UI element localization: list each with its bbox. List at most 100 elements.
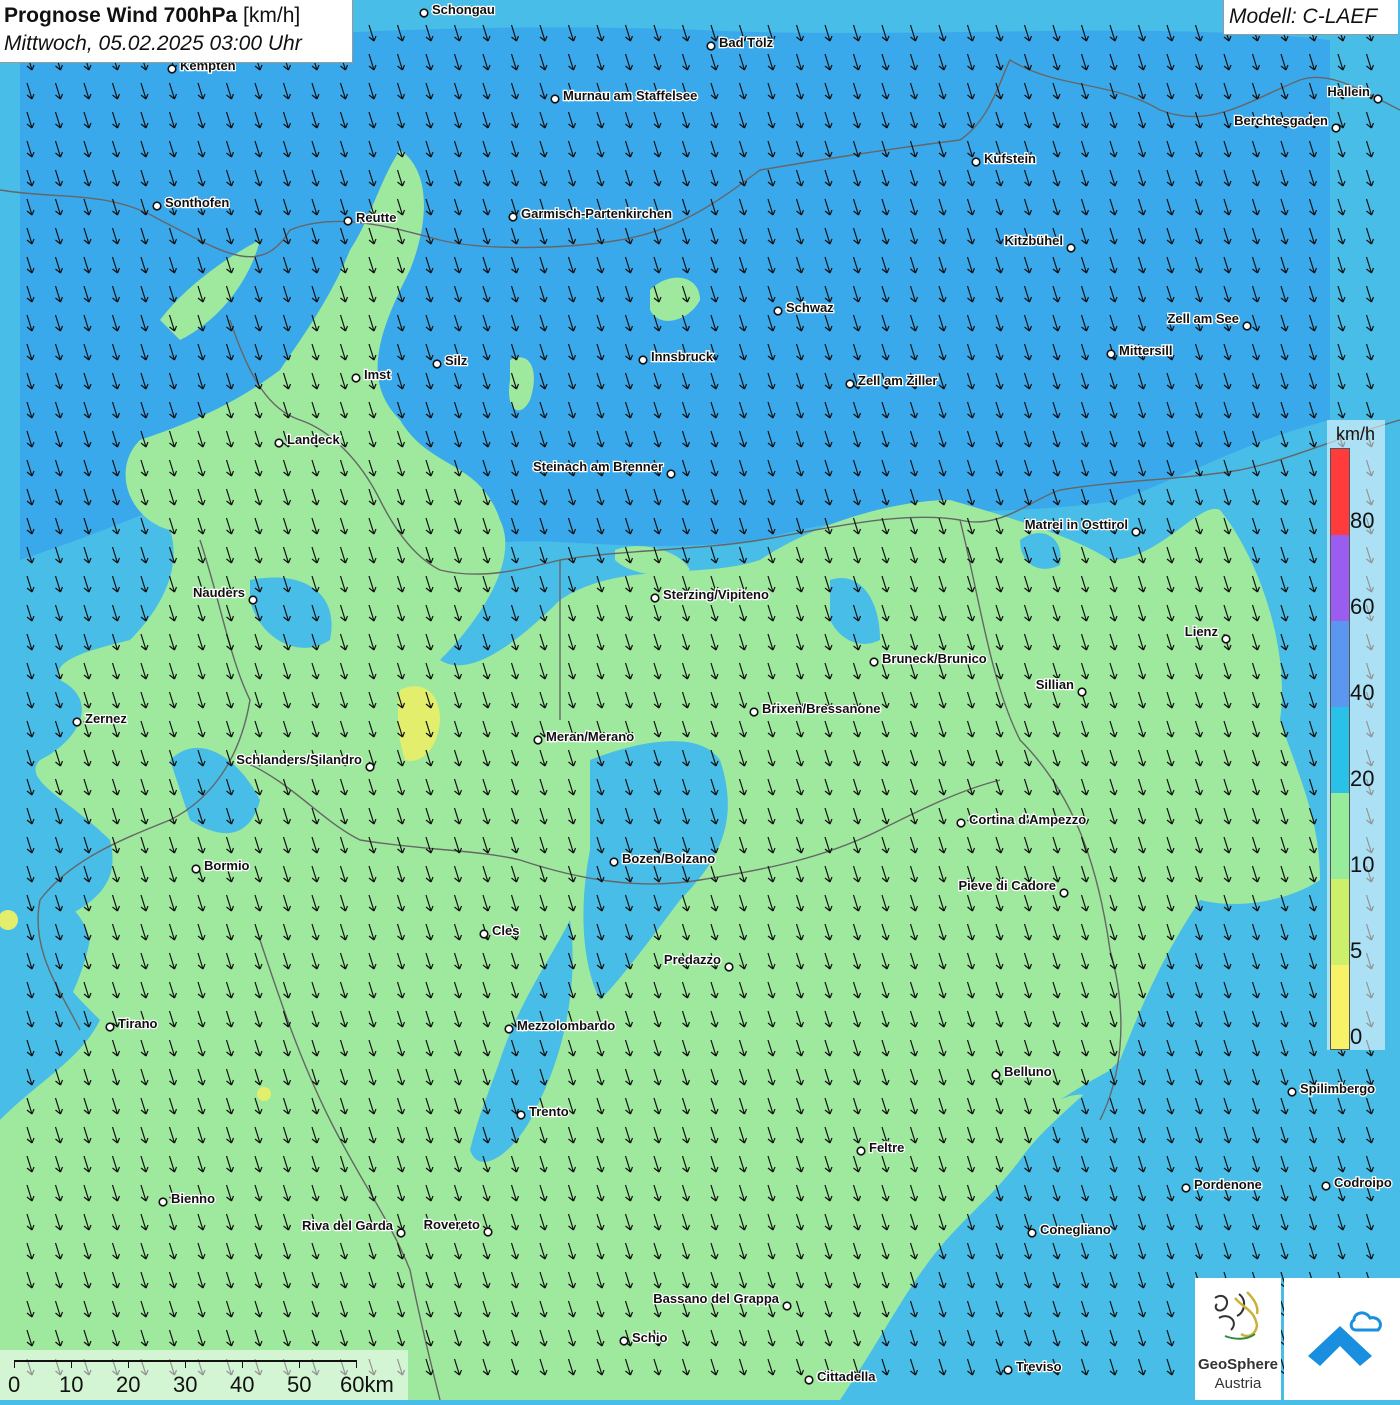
city-label: Riva del Garda <box>302 1218 394 1233</box>
city-label: Zell am Ziller <box>858 373 937 388</box>
geosphere-name: GeoSphere <box>1197 1356 1279 1373</box>
city-label: Kitzbühel <box>1005 233 1064 248</box>
legend-label-0: 0 <box>1350 1024 1363 1049</box>
city-label: Berchtesgaden <box>1234 113 1328 128</box>
city-dot <box>1131 527 1141 537</box>
city-label: Belluno <box>1004 1064 1052 1079</box>
city-label: Meran/Merano <box>546 729 634 744</box>
city-label: Cittadella <box>817 1369 876 1384</box>
city-label: Pieve di Cadore <box>958 878 1056 893</box>
legend-label-80: 80 <box>1350 508 1375 533</box>
city-dot <box>419 8 429 18</box>
city-dot <box>152 201 162 211</box>
legend-bar <box>1330 448 1350 1050</box>
city-label: Reutte <box>356 210 396 225</box>
city-dot <box>650 593 660 603</box>
city-dot <box>1373 94 1383 104</box>
geosphere-emblem-icon <box>1214 1291 1259 1340</box>
city-dot <box>1003 1365 1013 1375</box>
model-label: Modell: C-LAEF <box>1229 5 1378 28</box>
city-label: Bozen/Bolzano <box>622 851 715 866</box>
scale-label-60km: 60km <box>340 1372 394 1397</box>
scale-label-40: 40 <box>230 1372 255 1397</box>
city-label: Imst <box>364 367 391 382</box>
city-label: Lienz <box>1185 624 1219 639</box>
title-bold: Prognose Wind 700hPa <box>4 4 238 27</box>
city-label: Cles <box>492 923 519 938</box>
city-label: Sillian <box>1036 677 1074 692</box>
scale-label-30: 30 <box>173 1372 198 1397</box>
legend-segment-80 <box>1331 449 1349 535</box>
legend-segment-40 <box>1331 621 1349 707</box>
title-box: Prognose Wind 700hPa [km/h] Mittwoch, 05… <box>0 0 353 63</box>
city-label: Predazzo <box>664 952 721 967</box>
city-label: Kufstein <box>984 151 1036 166</box>
city-dot <box>845 379 855 389</box>
city-dot <box>1059 888 1069 898</box>
color-legend: km/h 80 60 40 20 10 5 0 <box>1327 420 1385 1050</box>
city-label: Rovereto <box>424 1217 480 1232</box>
city-label: Zell am See <box>1167 311 1239 326</box>
city-label: Pordenone <box>1194 1177 1262 1192</box>
city-dot <box>343 216 353 226</box>
city-label: Feltre <box>869 1140 904 1155</box>
city-label: Schwaz <box>786 300 834 315</box>
legend-segment-0 <box>1331 965 1349 1049</box>
city-label: Nauders <box>193 585 245 600</box>
city-dot <box>956 818 966 828</box>
city-label: Schlanders/Silandro <box>236 752 362 767</box>
city-dot <box>396 1228 406 1238</box>
city-label: Sterzing/Vipiteno <box>663 587 769 602</box>
city-label: Innsbruck <box>651 349 714 364</box>
city-label: Schio <box>632 1330 667 1345</box>
city-dot <box>508 212 518 222</box>
city-dot <box>971 157 981 167</box>
city-dot <box>991 1070 1001 1080</box>
city-dot <box>1331 123 1341 133</box>
scale-tick <box>14 1360 15 1368</box>
model-box: Modell: C-LAEF <box>1223 0 1398 35</box>
city-label: Mezzolombardo <box>517 1018 615 1033</box>
legend-label-5: 5 <box>1350 938 1363 963</box>
geosphere-logo[interactable]: GeoSphere Austria <box>1195 1278 1281 1400</box>
city-label: Bassano del Grappa <box>653 1291 779 1306</box>
city-dot <box>1106 349 1116 359</box>
scale-bar: 0 10 20 30 40 50 60km <box>0 1350 408 1400</box>
city-dot <box>248 595 258 605</box>
city-label: Brixen/Bressanone <box>762 701 881 716</box>
mountain-cloud-icon <box>1308 1311 1382 1366</box>
city-dot <box>365 762 375 772</box>
city-label: Matrei in Osttirol <box>1025 517 1128 532</box>
city-dot <box>1181 1183 1191 1193</box>
city-dot <box>1077 687 1087 697</box>
city-label: Sonthofen <box>165 195 229 210</box>
city-dot <box>1066 243 1076 253</box>
legend-segment-10 <box>1331 793 1349 879</box>
city-dot <box>550 94 560 104</box>
legend-label-40: 40 <box>1350 680 1375 705</box>
city-label: Murnau am Staffelsee <box>563 88 697 103</box>
scale-label-50: 50 <box>287 1372 312 1397</box>
city-dot <box>638 355 648 365</box>
city-dot <box>432 359 442 369</box>
city-label: Silz <box>445 353 468 368</box>
city-dot <box>479 929 489 939</box>
legend-label-20: 20 <box>1350 766 1375 791</box>
city-dot <box>1221 634 1231 644</box>
city-dot <box>609 857 619 867</box>
scale-tick <box>71 1360 72 1368</box>
city-dot <box>72 717 82 727</box>
map-title: Prognose Wind 700hPa [km/h] <box>4 4 300 28</box>
scale-tick <box>242 1360 243 1368</box>
city-dot <box>191 864 201 874</box>
city-label: Bad Tölz <box>719 35 774 50</box>
partner-logo[interactable] <box>1284 1278 1400 1400</box>
city-label: Codroipo <box>1334 1175 1392 1190</box>
city-label: Treviso <box>1016 1359 1062 1374</box>
scale-tick <box>356 1360 357 1368</box>
city-label: Garmisch-Partenkirchen <box>521 206 672 221</box>
city-label: Bienno <box>171 1191 215 1206</box>
city-label: Landeck <box>287 432 341 447</box>
scale-label-20: 20 <box>116 1372 141 1397</box>
city-dot <box>749 707 759 717</box>
